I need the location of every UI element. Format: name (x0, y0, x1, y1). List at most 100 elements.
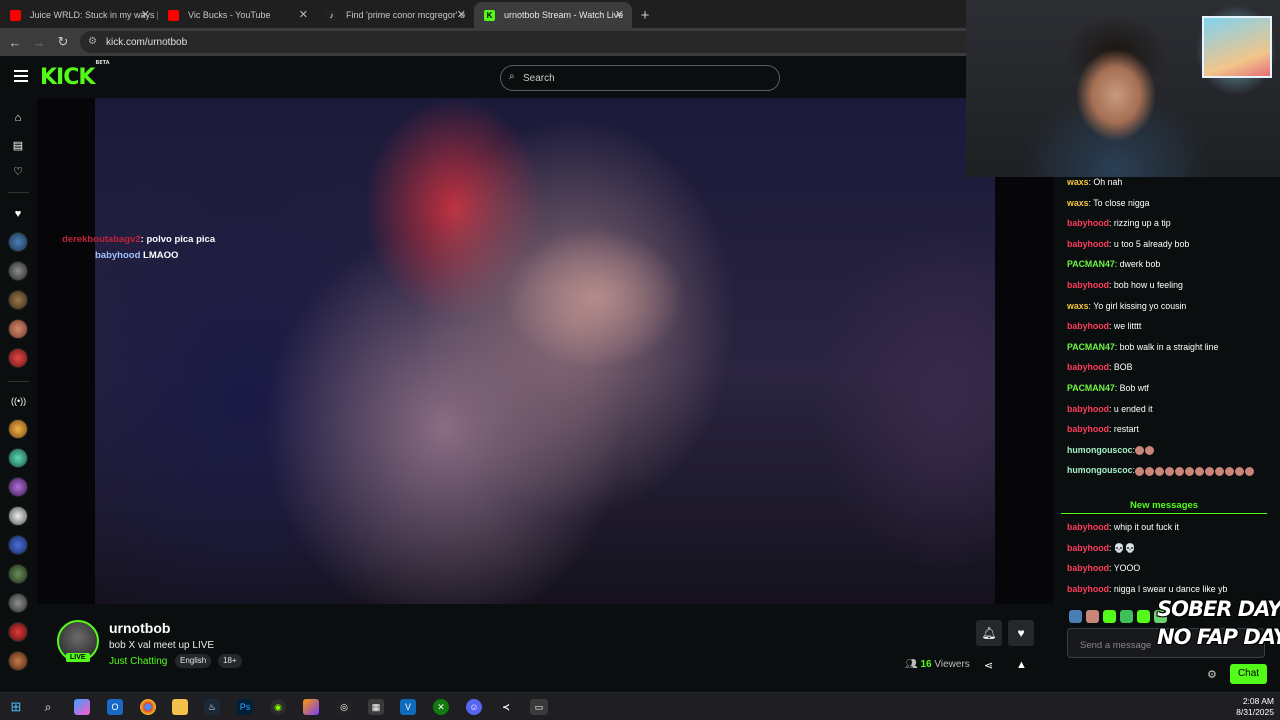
recommended-channel-avatar[interactable] (8, 419, 28, 439)
nvidia-icon[interactable]: ◉ (270, 699, 286, 715)
vegas-icon[interactable]: V (400, 699, 416, 715)
photoshop-icon[interactable]: Ps (237, 699, 253, 715)
chat-username[interactable]: PACMAN47 (1067, 342, 1115, 352)
following-heart-icon[interactable]: ♡ (11, 165, 25, 179)
search-input[interactable]: ⌕ Search (500, 65, 780, 91)
overlay-chat-username: derekboutabagv2 (62, 234, 141, 245)
video-player[interactable]: derekboutabagv2: polvo pica pica babyhoo… (37, 98, 1053, 604)
obs-icon[interactable]: ◎ (336, 699, 352, 715)
kick-logo[interactable]: KICKBETA (40, 60, 110, 90)
chat-username[interactable]: babyhood (1067, 584, 1109, 594)
capcut-icon[interactable]: ≺ (498, 699, 514, 715)
recommended-channel-avatar[interactable] (8, 535, 28, 555)
chat-username[interactable]: babyhood (1067, 404, 1109, 414)
emote-icon[interactable] (1086, 610, 1099, 623)
search-icon[interactable]: ⌕ (40, 699, 56, 715)
close-tab-icon[interactable]: ✕ (457, 8, 466, 21)
chat-message: babyhood: restart (1067, 424, 1139, 434)
chrome-icon[interactable] (140, 699, 156, 715)
recommended-channel-avatar[interactable] (8, 448, 28, 468)
notification-bell-button[interactable]: 🔔︎ (976, 620, 1002, 646)
forward-arrow-icon[interactable]: → (27, 35, 51, 50)
followed-channel-avatar[interactable] (8, 319, 28, 339)
site-info-icon[interactable]: ⚙ (88, 36, 97, 47)
send-chat-button[interactable]: Chat (1230, 664, 1267, 684)
overlay-chat-line: babyhood LMAOO (95, 250, 178, 261)
report-warning-icon[interactable]: ▲ (1016, 659, 1027, 671)
close-tab-icon[interactable]: ✕ (299, 8, 308, 21)
file-explorer-icon[interactable] (172, 699, 188, 715)
browser-tab-kick[interactable]: K urnotbob Stream - Watch Live ✕ (474, 2, 632, 28)
store-icon[interactable]: ▦ (368, 699, 384, 715)
chat-message: PACMAN47: bob walk in a straight line (1067, 342, 1218, 352)
chat-username[interactable]: babyhood (1067, 424, 1109, 434)
followed-channel-avatar[interactable] (8, 290, 28, 310)
active-app-icon[interactable]: ▭ (530, 699, 548, 715)
xbox-icon[interactable]: ✕ (433, 699, 449, 715)
reload-icon[interactable]: ↻ (51, 34, 75, 50)
back-arrow-icon[interactable]: ← (3, 35, 27, 50)
new-messages-divider[interactable]: New messages (1061, 500, 1267, 514)
emote-icon[interactable] (1069, 610, 1082, 623)
emote-icon[interactable] (1103, 610, 1116, 623)
recommended-channel-avatar[interactable] (8, 622, 28, 642)
stream-category-link[interactable]: Just Chatting (109, 656, 167, 667)
chat-username[interactable]: PACMAN47 (1067, 383, 1115, 393)
system-clock[interactable]: 2:08 AM 8/31/2025 (1236, 696, 1274, 718)
browser-tab-vic-bucks[interactable]: Vic Bucks - YouTube ✕ (158, 2, 316, 28)
windows-start-icon[interactable]: ⊞ (8, 699, 24, 715)
chat-username[interactable]: babyhood (1067, 362, 1109, 372)
recommended-channel-avatar[interactable] (8, 564, 28, 584)
follow-heart-button[interactable]: ♥ (1008, 620, 1034, 646)
address-bar[interactable]: ⚙ kick.com/urnotbob (80, 31, 980, 53)
recommended-channel-avatar[interactable] (8, 506, 28, 526)
chat-username[interactable]: humongouscoc (1067, 465, 1133, 475)
recommended-channel-avatar[interactable] (8, 593, 28, 613)
chat-username[interactable]: waxs (1067, 198, 1089, 208)
discord-icon[interactable]: ☺ (466, 699, 482, 715)
close-tab-icon[interactable]: ✕ (141, 8, 150, 21)
new-tab-button[interactable]: + (632, 2, 658, 28)
tab-label: Find 'prime conor mcgregor' o (346, 10, 465, 20)
chat-message: babyhood: u too 5 already bob (1067, 239, 1189, 249)
chat-username[interactable]: babyhood (1067, 218, 1109, 228)
recommended-channel-avatar[interactable] (8, 651, 28, 671)
followed-channel-avatar[interactable] (8, 348, 28, 368)
chat-username[interactable]: humongouscoc (1067, 445, 1133, 455)
mature-tag[interactable]: 18+ (218, 654, 242, 668)
stream-info: LIVE urnotbob bob X val meet up LIVE Jus… (37, 604, 1053, 692)
chat-username[interactable]: waxs (1067, 301, 1089, 311)
menu-icon[interactable] (14, 70, 28, 85)
app-icon[interactable] (303, 699, 319, 715)
copilot-icon[interactable] (74, 699, 90, 715)
home-icon[interactable]: ⌂ (11, 112, 25, 126)
steam-icon[interactable]: ♨ (204, 699, 220, 715)
chat-username[interactable]: babyhood (1067, 563, 1109, 573)
chat-username[interactable]: babyhood (1067, 543, 1109, 553)
chat-username[interactable]: babyhood (1067, 321, 1109, 331)
browser-tab-juice-wrld[interactable]: Juice WRLD: Stuck in my ways [ ✕ (0, 2, 158, 28)
language-tag[interactable]: English (175, 654, 212, 668)
share-icon[interactable]: ⋖ (984, 659, 993, 672)
browse-icon[interactable]: ▤ (11, 139, 25, 153)
emote-icon (1184, 466, 1194, 476)
followed-channel-avatar[interactable] (8, 261, 28, 281)
chat-username[interactable]: babyhood (1067, 280, 1109, 290)
recommended-channel-avatar[interactable] (8, 477, 28, 497)
chat-message: babyhood: BOB (1067, 362, 1133, 372)
emote-icon[interactable] (1137, 610, 1150, 623)
close-tab-icon[interactable]: ✕ (615, 8, 624, 21)
followed-channels-heart-icon: ♥ (14, 208, 22, 220)
browser-tab-tiktok[interactable]: ♪ Find 'prime conor mcgregor' o ✕ (316, 2, 474, 28)
followed-channel-avatar[interactable] (8, 232, 28, 252)
chat-username[interactable]: PACMAN47 (1067, 259, 1115, 269)
channel-name[interactable]: urnotbob (109, 620, 170, 636)
chat-username[interactable]: babyhood (1067, 522, 1109, 532)
outlook-icon[interactable]: O (107, 699, 123, 715)
viewer-count-number: 16 (920, 659, 932, 670)
chat-username[interactable]: babyhood (1067, 239, 1109, 249)
chat-username[interactable]: waxs (1067, 177, 1089, 187)
chat-message: PACMAN47: dwerk bob (1067, 259, 1160, 269)
emote-icon[interactable] (1120, 610, 1133, 623)
chat-settings-gear-icon[interactable]: ⚙ (1207, 668, 1217, 681)
